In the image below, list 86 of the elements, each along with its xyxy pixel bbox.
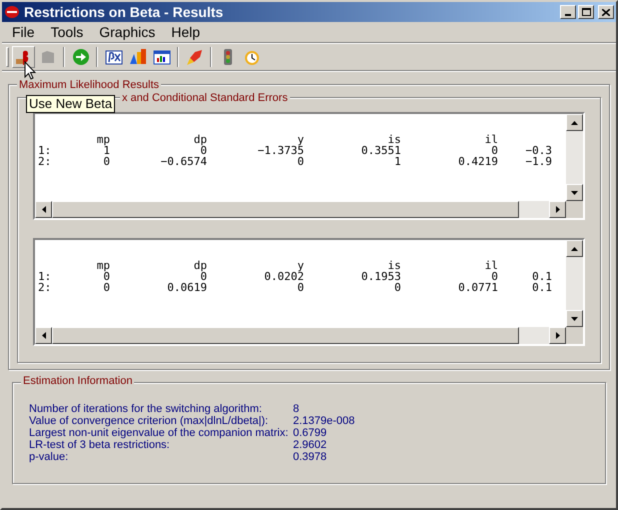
column-header: il bbox=[484, 260, 498, 271]
right-arrow-icon bbox=[556, 332, 560, 339]
bar-chart-icon bbox=[128, 48, 146, 66]
rocket-icon bbox=[186, 48, 204, 66]
down-arrow-icon bbox=[571, 316, 578, 320]
matrix-cell-text: 0.1 bbox=[531, 282, 552, 293]
row-label: 1: bbox=[38, 271, 52, 282]
scrollbar-corner bbox=[566, 327, 583, 344]
info-value: 0.6799 bbox=[293, 427, 327, 439]
matrix-cell-text: 0 bbox=[200, 271, 207, 282]
left-arrow-icon bbox=[42, 206, 46, 213]
info-label: Number of iterations for the switching algorithm: bbox=[29, 403, 263, 415]
column-header: is bbox=[388, 260, 401, 271]
minimize-icon bbox=[565, 14, 571, 16]
scroll-down-button[interactable] bbox=[566, 310, 583, 327]
right-arrow-icon bbox=[556, 206, 560, 213]
column-header: y bbox=[297, 134, 304, 145]
column-header: y bbox=[297, 260, 304, 271]
up-arrow-icon bbox=[571, 246, 578, 250]
menu-item[interactable]: Tools bbox=[42, 22, 92, 42]
matrix-cell-text: 0 bbox=[103, 271, 110, 282]
menu-item[interactable]: Help bbox=[163, 22, 208, 42]
info-label: LR-test of 3 beta restrictions: bbox=[29, 439, 171, 451]
matrix-cell-text: 0 bbox=[102, 156, 110, 167]
matrix-cell-text: 0 bbox=[491, 145, 498, 156]
scroll-up-button[interactable] bbox=[566, 114, 583, 131]
matrix-cell-text: 0.0619 bbox=[166, 282, 207, 293]
row-label: 2: bbox=[38, 282, 52, 293]
matrix-cell-text: −0.6574 bbox=[160, 156, 207, 167]
menu-item[interactable]: Graphics bbox=[91, 22, 164, 42]
left-arrow-icon bbox=[42, 332, 46, 339]
matrix-cell-text: 0 bbox=[102, 282, 110, 293]
row-label: 2: bbox=[38, 156, 52, 167]
info-label: p-value: bbox=[29, 451, 70, 463]
up-arrow-icon bbox=[571, 120, 578, 124]
matrix-cell-text: 1 bbox=[393, 156, 401, 167]
matrix-cell-text: 0 bbox=[200, 145, 207, 156]
matrix-cell-text: 0.0202 bbox=[263, 271, 304, 282]
matrix-cell-text: 0 bbox=[491, 271, 498, 282]
chart-window-icon bbox=[152, 48, 170, 66]
scroll-up-button[interactable] bbox=[566, 240, 583, 257]
matrix-cell-text: −1.9 bbox=[524, 156, 552, 167]
scrollbar-corner bbox=[566, 201, 583, 218]
matrix-cell-text: −0.3 bbox=[524, 145, 552, 156]
info-label: Value of convergence criterion (max|dlnL/dbeta|): bbox=[29, 415, 270, 427]
scroll-right-button[interactable] bbox=[549, 201, 566, 218]
matrix-cell-text: 0.1 bbox=[531, 271, 552, 282]
matrix-cell-text: 0.4219 bbox=[457, 156, 498, 167]
info-value: 8 bbox=[293, 403, 300, 415]
matrix-cell-text: 0.0771 bbox=[457, 282, 498, 293]
down-arrow-icon bbox=[571, 190, 578, 194]
matrix-cell-text: 0 bbox=[393, 282, 401, 293]
group-title: Estimation Information bbox=[21, 375, 134, 387]
tooltip: Use New Beta bbox=[26, 95, 116, 113]
scroll-left-button[interactable] bbox=[35, 201, 52, 218]
maximize-icon bbox=[582, 8, 590, 16]
scroll-down-button[interactable] bbox=[566, 184, 583, 201]
alarm-clock-icon bbox=[242, 48, 260, 66]
matrix-cell-text: −1.3735 bbox=[256, 145, 304, 156]
scroll-right-button[interactable] bbox=[549, 327, 566, 344]
matrix-cell-text: 0 bbox=[296, 282, 304, 293]
info-value: 0.3978 bbox=[293, 451, 327, 463]
column-header: dp bbox=[192, 260, 207, 271]
column-header: mp bbox=[96, 134, 110, 145]
close-button[interactable] bbox=[598, 5, 614, 19]
mouse-pointer-icon bbox=[24, 61, 36, 80]
maximize-button[interactable] bbox=[578, 5, 594, 19]
menu-item[interactable]: File bbox=[4, 22, 43, 42]
matrix-cell-text: 0.3551 bbox=[360, 145, 401, 156]
scroll-left-button[interactable] bbox=[35, 327, 52, 344]
column-header: is bbox=[388, 134, 401, 145]
info-value: 2.1379e-008 bbox=[293, 415, 355, 427]
info-value: 2.9602 bbox=[293, 439, 327, 451]
column-header: dp bbox=[192, 134, 207, 145]
row-label: 1: bbox=[38, 145, 52, 156]
matrix-cell-text: 1 bbox=[103, 145, 110, 156]
column-header: il bbox=[484, 134, 498, 145]
info-label: Largest non-unit eigenvalue of the companion matrix: bbox=[29, 427, 290, 439]
matrix-cell-text: 0.1953 bbox=[360, 271, 401, 282]
close-icon bbox=[602, 8, 610, 16]
matrix-cell-text: 0 bbox=[296, 156, 304, 167]
app-logo-icon bbox=[4, 4, 20, 20]
minimize-button[interactable] bbox=[560, 5, 576, 19]
beta-x-icon bbox=[104, 48, 122, 66]
window-title: Restrictions on Beta - Results bbox=[24, 2, 224, 22]
column-header: mp bbox=[96, 260, 110, 271]
